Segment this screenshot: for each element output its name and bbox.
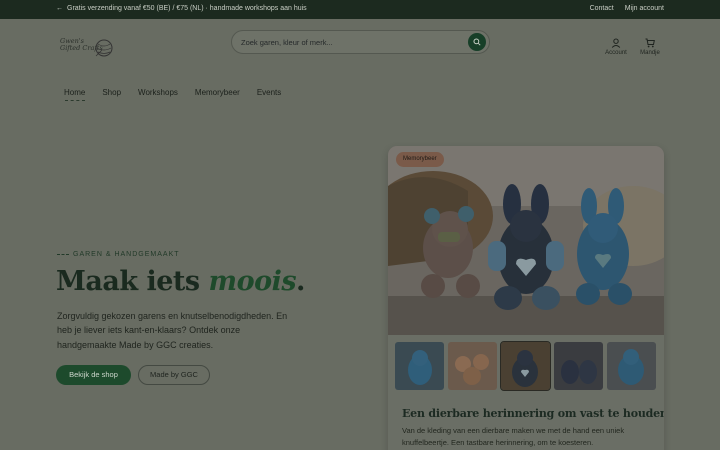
nav-item-workshops[interactable]: Workshops bbox=[138, 88, 178, 97]
announcement-text: Gratis verzending vanaf €50 (BE) / €75 (… bbox=[67, 5, 307, 12]
user-icon bbox=[611, 38, 621, 48]
headline-end: . bbox=[296, 266, 305, 297]
hero-eyebrow: GAREN & HANDGEMAAKT bbox=[57, 251, 180, 258]
thumbnail-strip bbox=[395, 341, 656, 391]
account-label: Account bbox=[605, 50, 627, 56]
logo[interactable]: Gwen's Gifted Crafts bbox=[60, 36, 116, 60]
contact-link[interactable]: Contact bbox=[590, 5, 614, 12]
headline-start: Maak iets bbox=[56, 266, 209, 297]
made-by-ggc-button[interactable]: Made by GGC bbox=[138, 365, 210, 385]
my-account-link[interactable]: Mijn account bbox=[625, 5, 664, 12]
thumbnail-2[interactable] bbox=[448, 342, 497, 390]
nav-item-events[interactable]: Events bbox=[257, 88, 281, 97]
card-description: Van de kleding van een dierbare maken we… bbox=[402, 426, 625, 447]
nav-item-memorybeer[interactable]: Memorybeer bbox=[195, 88, 240, 97]
cart-label: Mandje bbox=[640, 50, 660, 56]
headline-emphasis: moois bbox=[208, 266, 297, 297]
thumbnail-4[interactable] bbox=[554, 342, 603, 390]
yarn-ball-icon bbox=[95, 39, 113, 57]
view-shop-button[interactable]: Bekijk de shop bbox=[56, 365, 131, 385]
search-bar bbox=[231, 30, 490, 54]
memory-bears-photo: Memorybeer bbox=[388, 146, 664, 335]
memorybeer-card[interactable]: Memorybeer Een dierbare herinnering om v… bbox=[388, 146, 664, 450]
eyebrow-text: GAREN & HANDGEMAAKT bbox=[73, 251, 180, 258]
account-button[interactable]: Account bbox=[601, 38, 631, 56]
announcement-bar: ← Gratis verzending vanaf €50 (BE) / €75… bbox=[0, 0, 720, 19]
cart-button[interactable]: Mandje bbox=[635, 38, 665, 56]
category-badge: Memorybeer bbox=[396, 152, 444, 167]
hero-description: Zorgvuldig gekozen garens en knutselbeno… bbox=[57, 311, 288, 350]
thumbnail-5[interactable] bbox=[607, 342, 656, 390]
thumbnail-1[interactable] bbox=[395, 342, 444, 390]
nav-item-home[interactable]: Home bbox=[64, 88, 86, 101]
search-input[interactable] bbox=[241, 36, 461, 49]
eyebrow-dash bbox=[57, 254, 69, 255]
hero-headline: Maak iets moois. bbox=[56, 266, 305, 297]
card-title: Een dierbare herinnering om vast te houd… bbox=[402, 407, 664, 420]
search-button[interactable] bbox=[468, 33, 486, 51]
arrow-left-icon[interactable]: ← bbox=[56, 5, 63, 12]
search-icon bbox=[473, 38, 481, 46]
cart-icon bbox=[645, 38, 655, 48]
thumbnail-3[interactable] bbox=[500, 341, 551, 391]
main-nav: Home Shop Workshops Memorybeer Events bbox=[64, 88, 281, 101]
nav-item-shop[interactable]: Shop bbox=[102, 88, 121, 97]
